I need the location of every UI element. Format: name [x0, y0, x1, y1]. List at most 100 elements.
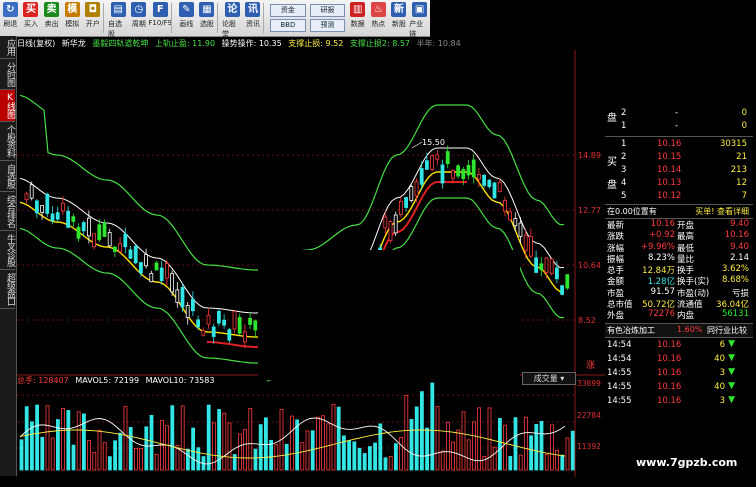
volume-bar [315, 416, 320, 471]
quote-panel: 盘2-01-0 1 10.16 30315 买 2 10.15 21 3 10.14 213 盘 4 1… [605, 108, 753, 408]
left-tab[interactable]: 自选股 [0, 161, 15, 192]
toolbar-mini-button[interactable]: 资金 [270, 4, 306, 17]
trade-row: 14:55 10.16 3 ▼ [605, 394, 753, 408]
chevron-down-icon: ▾ [560, 374, 565, 383]
watchlist-button[interactable]: ▤ 自选股 [108, 0, 129, 38]
volume-bar [336, 406, 341, 471]
draw-line-button[interactable]: ✎ 画线 [176, 0, 197, 36]
industry-compare-tab[interactable]: 同行业比较 [707, 325, 747, 336]
toolbar-mini-button[interactable]: 预测 [309, 19, 346, 32]
left-tab[interactable]: K线图 [0, 90, 15, 122]
toolbar: ↻ 刷退买买入卖卖出模模拟 ◘ 开户 ▤ 自选股 ◷ 周期 F F10/F9 ✎ 画线 ▦ 选股论论股堂讯… [0, 0, 430, 38]
quote-value: 36.04亿 [716, 300, 749, 311]
pick-stock-button[interactable]: ▦ 选股 [197, 0, 218, 36]
volume-bar [373, 442, 378, 471]
level-number: 3 [621, 165, 627, 175]
volume-bar [35, 404, 40, 471]
left-tab[interactable]: 个股资料 [0, 122, 15, 161]
simulate-icon: 模 [64, 2, 80, 17]
toolbar-mini-button[interactable]: BBD [270, 19, 306, 32]
left-tab[interactable]: 综合排名 [0, 192, 15, 231]
volume-bar [139, 448, 143, 471]
volume-bar [357, 447, 362, 471]
volume-bar [565, 437, 570, 471]
hot-button[interactable]: ♨ 热点 [368, 0, 389, 36]
news-button[interactable]: 讯资讯 [243, 0, 264, 36]
volume-bar [383, 457, 388, 471]
new-stock-button[interactable]: 新新股 [389, 0, 410, 36]
data-button[interactable]: ▥ 数据 [347, 0, 368, 36]
buy-level-row[interactable]: 盘 4 10.13 12 [605, 178, 753, 191]
level-number: 5 [621, 191, 627, 201]
volume-bar [269, 439, 274, 471]
volume-bar [321, 415, 326, 471]
quote-value: 亏损 [731, 288, 749, 299]
volume-bar [123, 406, 128, 471]
period-label[interactable]: 日线(复权) [17, 39, 55, 48]
volume-bar [570, 430, 575, 471]
quote-value: 8.68% [721, 275, 749, 286]
quote-row: 市盈 91.57 市盈(动) 亏损 [605, 287, 753, 299]
quote-key: 市盈 [607, 288, 625, 299]
sell-level-row[interactable]: 1 - 0 [605, 121, 753, 134]
buy-level-row[interactable]: 5 10.12 7 [605, 191, 753, 204]
simulate-button[interactable]: 模模拟 [62, 0, 83, 36]
price-tick-label: 8.52 [578, 316, 596, 325]
lock-button[interactable]: ◘ 开户 [83, 0, 104, 36]
volume-bar [29, 421, 34, 471]
quote-row: 总手 12.84万 换手 3.62% [605, 264, 753, 277]
volume-bar [378, 423, 383, 471]
new-stock-icon: 新 [391, 2, 407, 17]
mavol5: MAVOL5: 72199 [75, 376, 140, 385]
volume-bar [19, 439, 24, 471]
volume-bar [108, 456, 112, 471]
f10-button[interactable]: F F10/F9 [148, 0, 172, 36]
buy-level-row[interactable]: 1 10.16 30315 [605, 139, 753, 152]
left-tab[interactable]: 超级盘口 [0, 270, 15, 309]
indicator-name[interactable]: 墨毅四轨道乾坤 [92, 39, 148, 48]
volume-bar [134, 448, 138, 471]
quote-value: 8.23% [647, 252, 675, 263]
volume-tick-label: 22784 [577, 411, 601, 420]
volume-bar [513, 417, 518, 471]
volume-bar [471, 421, 476, 471]
quote-value: +0.92 [648, 230, 675, 241]
left-tab[interactable]: 牛叉诊股 [0, 231, 15, 270]
view-detail-link[interactable]: 买单! 查看详细 [695, 206, 749, 217]
buy-level-row[interactable]: 3 10.14 213 [605, 165, 753, 178]
toolbar-mini-button[interactable]: 研报 [309, 4, 346, 17]
quote-value: 1.28亿 [647, 277, 675, 288]
buy-button[interactable]: 买买入 [21, 0, 42, 36]
left-tab[interactable]: 分时图 [0, 59, 15, 90]
trade-price: 10.16 [657, 339, 682, 350]
volume-bar [128, 427, 133, 471]
industry-chain-button[interactable]: ▣ 产业链 [409, 0, 430, 38]
volume-bar [253, 448, 258, 471]
quote-value: 12.84万 [642, 266, 675, 277]
industry-name[interactable]: 有色冶炼加工 [607, 325, 655, 336]
refresh-button[interactable]: ↻ 刷退 [0, 0, 21, 36]
buy-volume: 21 [736, 152, 747, 162]
volume-bar [170, 405, 175, 471]
quote-key: 振幅 [607, 254, 625, 265]
quote-key: 最低 [677, 243, 695, 254]
forum-button[interactable]: 论论股堂 [222, 0, 243, 38]
blank-overlay [258, 250, 520, 380]
industry-bar: 有色冶炼加工 1.60% 同行业比较 [605, 322, 753, 338]
price-tick-label: 12.77 [578, 206, 601, 215]
buy-price: 10.15 [657, 152, 682, 162]
volume-bar [550, 424, 554, 471]
period-button[interactable]: ◷ 周期 [129, 0, 150, 36]
trade-row: 14:55 10.16 40 ▼ [605, 380, 753, 394]
sell-button[interactable]: 卖卖出 [41, 0, 62, 36]
volume-bar [289, 415, 294, 471]
left-tab[interactable]: 应用 [0, 36, 15, 59]
quote-key: 涨幅 [607, 243, 625, 254]
quote-row: 涨幅 +9.96% 最低 9.40 [605, 242, 753, 254]
volume-bar [144, 426, 149, 471]
volume-bar [196, 447, 201, 471]
volume-indicator-select[interactable]: 成交量 ▾ [522, 372, 576, 385]
volume-tick-label: 33899 [577, 379, 601, 388]
buy-level-row[interactable]: 买 2 10.15 21 [605, 152, 753, 168]
sell-level-row[interactable]: 盘2-0 [605, 108, 753, 124]
